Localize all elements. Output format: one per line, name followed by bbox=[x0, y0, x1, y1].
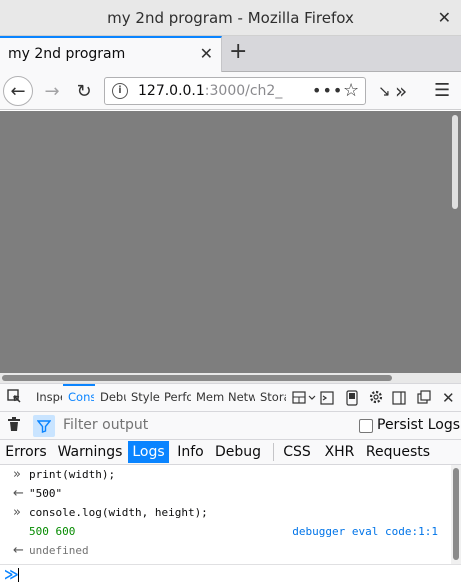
new-tab-icon[interactable]: + bbox=[229, 40, 247, 64]
level-info-button[interactable]: Info bbox=[174, 441, 207, 463]
responsive-mode-icon[interactable] bbox=[346, 390, 358, 410]
library-icon[interactable]: ↘ bbox=[378, 82, 391, 100]
tab-active[interactable]: my 2nd program ✕ bbox=[0, 36, 222, 72]
level-errors-button[interactable]: Errors bbox=[2, 441, 50, 463]
console-text: print(width); bbox=[29, 468, 116, 481]
url-path: :3000/ch2_G bbox=[204, 83, 283, 99]
window-title: my 2nd program - Mozilla Firefox bbox=[107, 9, 354, 27]
scrollbar-thumb[interactable] bbox=[453, 468, 459, 560]
url-bar[interactable]: i 127.0.0.1:3000/ch2_G ••• ☆ bbox=[104, 77, 366, 105]
bookmark-star-icon[interactable]: ☆ bbox=[343, 80, 359, 101]
separate-window-icon[interactable] bbox=[417, 390, 431, 408]
navigation-toolbar: ← → ↻ i 127.0.0.1:3000/ch2_G ••• ☆ ↘ » ☰ bbox=[0, 72, 461, 110]
console-input[interactable]: ≫ bbox=[0, 564, 461, 585]
content-horizontal-scrollbar[interactable] bbox=[0, 373, 461, 383]
level-warnings-button[interactable]: Warnings bbox=[56, 441, 124, 463]
tool-style-editor[interactable]: Style bbox=[131, 390, 160, 404]
tool-storage[interactable]: Stora bbox=[260, 390, 286, 404]
page-actions-icon[interactable]: ••• bbox=[312, 81, 343, 100]
level-debug-button[interactable]: Debug bbox=[213, 441, 263, 463]
devtools-toolbar: Inspe Cons Debu Style Perfo Mem Netw Sto… bbox=[0, 383, 461, 412]
filter-toggle-funnel-icon[interactable] bbox=[33, 415, 55, 437]
element-picker-icon[interactable] bbox=[7, 389, 22, 408]
url-host: 127.0.0.1 bbox=[138, 83, 205, 99]
console-output: » print(width); ← "500" » console.log(wi… bbox=[0, 465, 461, 564]
tool-options-dropdown-icon[interactable] bbox=[292, 391, 316, 409]
window-close-icon[interactable]: ✕ bbox=[438, 8, 451, 27]
console-log-row: 500 600 debugger eval code:1:1 bbox=[0, 522, 448, 541]
window-titlebar: my 2nd program - Mozilla Firefox ✕ bbox=[0, 0, 461, 36]
clear-console-trash-icon[interactable] bbox=[7, 417, 21, 436]
type-requests-button[interactable]: Requests bbox=[364, 441, 432, 463]
level-separator bbox=[273, 443, 274, 461]
console-input-row: » console.log(width, height); bbox=[0, 503, 448, 522]
overflow-chevron-icon[interactable]: » bbox=[395, 79, 407, 103]
scrollbar-thumb[interactable] bbox=[452, 115, 458, 209]
console-result-row: ← undefined bbox=[0, 541, 448, 560]
console-text: console.log(width, height); bbox=[29, 506, 208, 519]
hamburger-menu-icon[interactable]: ☰ bbox=[434, 80, 450, 101]
console-filter-bar: Filter output Persist Logs bbox=[0, 412, 461, 440]
back-button[interactable]: ← bbox=[3, 76, 33, 106]
filter-output-input[interactable]: Filter output bbox=[63, 417, 148, 433]
tab-strip: my 2nd program ✕ + bbox=[0, 36, 461, 72]
input-chevron-icon: » bbox=[13, 505, 21, 520]
tool-network[interactable]: Netw bbox=[228, 390, 255, 404]
tool-console[interactable]: Cons bbox=[68, 390, 94, 404]
result-arrow-icon: ← bbox=[13, 486, 24, 501]
settings-gear-icon[interactable] bbox=[368, 389, 384, 409]
close-devtools-icon[interactable]: ✕ bbox=[442, 389, 455, 407]
text-caret bbox=[18, 568, 19, 582]
input-chevron-icon: » bbox=[13, 467, 21, 482]
type-xhr-button[interactable]: XHR bbox=[321, 441, 358, 463]
console-input-row: » print(width); bbox=[0, 465, 448, 484]
prompt-chevron-icon: ≫ bbox=[4, 567, 19, 583]
dock-side-icon[interactable] bbox=[392, 391, 406, 409]
console-level-filters: Errors Warnings Logs Info Debug CSS XHR … bbox=[0, 440, 461, 465]
tab-close-icon[interactable]: ✕ bbox=[200, 44, 213, 63]
page-content-canvas bbox=[0, 111, 461, 382]
source-location-link[interactable]: debugger eval code:1:1 bbox=[292, 525, 438, 538]
forward-button[interactable]: → bbox=[37, 76, 67, 106]
split-console-icon[interactable] bbox=[320, 391, 334, 409]
site-info-icon[interactable]: i bbox=[112, 83, 128, 99]
tab-title: my 2nd program bbox=[8, 46, 126, 62]
selected-tool-indicator bbox=[63, 384, 95, 386]
console-result-row: ← "500" bbox=[0, 484, 448, 503]
scrollbar-thumb[interactable] bbox=[2, 375, 392, 381]
level-logs-button[interactable]: Logs bbox=[128, 441, 169, 463]
console-text: 500 600 bbox=[29, 525, 76, 538]
console-text: undefined bbox=[29, 544, 89, 557]
console-scrollbar[interactable] bbox=[451, 465, 461, 564]
result-arrow-icon: ← bbox=[13, 543, 24, 558]
persist-logs-checkbox[interactable] bbox=[359, 419, 373, 433]
tool-inspector[interactable]: Inspe bbox=[36, 390, 62, 404]
tool-performance[interactable]: Perfo bbox=[164, 390, 191, 404]
console-text: "500" bbox=[29, 487, 63, 500]
content-vertical-scrollbar[interactable] bbox=[449, 111, 461, 382]
tool-memory[interactable]: Mem bbox=[196, 390, 224, 404]
reload-button[interactable]: ↻ bbox=[69, 76, 99, 106]
url-text[interactable]: 127.0.0.1:3000/ch2_G bbox=[138, 83, 283, 99]
tool-debugger[interactable]: Debu bbox=[100, 390, 126, 404]
type-css-button[interactable]: CSS bbox=[280, 441, 314, 463]
persist-logs-label: Persist Logs bbox=[377, 417, 461, 433]
